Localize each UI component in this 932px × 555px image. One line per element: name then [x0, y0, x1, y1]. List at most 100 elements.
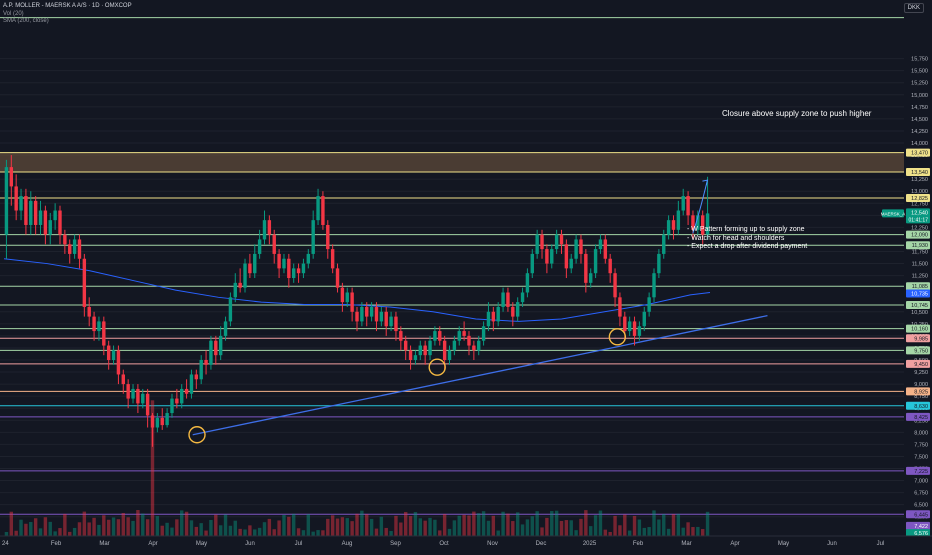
volume-bar	[145, 519, 150, 536]
volume-bar	[554, 510, 559, 536]
volume-bar	[33, 518, 38, 536]
candle-body	[365, 306, 369, 317]
volume-bar	[9, 511, 14, 536]
candle-body	[102, 321, 106, 346]
volume-bar	[267, 518, 272, 536]
volume-bar	[175, 519, 179, 536]
volume-bar	[642, 527, 646, 536]
candle-body	[14, 186, 18, 211]
price-tick-label: 7,000	[914, 479, 928, 485]
symbol-title: A.P. MOLLER - MAERSK A A/S · 1D · OMXCOP	[3, 3, 132, 9]
candle-body	[33, 200, 38, 225]
candle-body	[160, 417, 164, 426]
candle-body	[486, 311, 491, 327]
volume-bar	[365, 514, 369, 536]
volume-bar	[662, 514, 666, 536]
pattern-note-2: - Watch for head and shoulders	[687, 234, 785, 242]
candle-body	[24, 196, 28, 225]
volume-bar	[584, 510, 588, 536]
time-label: Mar	[99, 541, 109, 547]
time-label: Apr	[148, 541, 157, 547]
time-label: Jul	[295, 541, 303, 547]
volume-bar	[540, 527, 544, 536]
candle-body	[623, 316, 627, 332]
level-price-tag: 6,445	[914, 512, 928, 518]
candle-body	[506, 292, 510, 307]
price-tick-label: 9,000	[914, 382, 928, 388]
candle-body	[63, 234, 67, 245]
candle-body	[632, 321, 637, 336]
time-label: Nov	[487, 541, 498, 547]
level-price-tag: 10,160	[911, 327, 928, 333]
candle-body	[330, 249, 335, 269]
candle-body	[228, 297, 233, 322]
volume-bar	[574, 530, 578, 536]
volume-bar	[340, 517, 345, 536]
volume-bar	[253, 529, 257, 536]
volume-bar	[627, 530, 632, 536]
level-price-tag: 13,540	[911, 170, 928, 176]
candle-body	[204, 360, 208, 365]
volume-bar	[111, 517, 116, 536]
price-chart[interactable]: 15,750 15,500 15,250 15,000 14,750 14,500 14,2…	[0, 0, 932, 550]
volume-bar	[43, 517, 48, 536]
volume-bar	[306, 514, 311, 536]
volume-bar	[218, 525, 223, 536]
volume-bar	[647, 527, 651, 536]
candle-body	[525, 273, 530, 293]
candle-body	[647, 297, 651, 312]
candle-body	[540, 234, 544, 250]
volume-bar	[87, 522, 91, 536]
candle-body	[306, 253, 311, 264]
volume-bar	[38, 528, 43, 536]
volume-bar	[238, 528, 242, 536]
volume-bar	[530, 516, 534, 536]
volume-bar	[291, 513, 296, 536]
volume-bar	[29, 522, 33, 536]
candle-body	[19, 196, 23, 211]
indicator-price-tag: 7,422	[914, 524, 928, 530]
candle-body	[116, 350, 121, 375]
candle-body	[253, 253, 257, 274]
time-label: Jun	[245, 541, 255, 547]
volume-bar	[92, 517, 96, 536]
price-tick-label: 15,750	[911, 57, 928, 63]
candle-body	[442, 340, 447, 360]
candle-body	[384, 311, 388, 327]
candle-body	[545, 249, 549, 264]
time-label: May	[778, 541, 789, 547]
currency-badge[interactable]: DKK	[903, 3, 924, 13]
candle-body	[652, 273, 656, 298]
candle-body	[374, 306, 379, 322]
volume-bar	[491, 515, 496, 536]
candle-body	[477, 340, 481, 351]
candle-body	[209, 340, 213, 365]
candle-body	[662, 234, 666, 254]
volume-bar	[447, 528, 452, 536]
candle-body	[48, 220, 52, 235]
candle-body	[584, 253, 588, 283]
volume-bar	[666, 528, 671, 536]
volume-bar	[408, 516, 413, 536]
candle-body	[106, 345, 111, 360]
candle-body	[574, 239, 578, 259]
volume-bar	[403, 511, 408, 536]
candle-body	[92, 316, 96, 332]
candle-body	[199, 360, 203, 380]
candle-body	[637, 326, 642, 336]
candle-body	[311, 220, 315, 254]
volume-bar	[4, 532, 9, 536]
volume-bar	[399, 522, 403, 536]
candle-body	[43, 210, 48, 235]
volume-bar	[452, 520, 457, 536]
level-price-tag: 11,085	[912, 284, 928, 290]
candle-body	[82, 258, 87, 307]
volume-bar	[657, 519, 661, 536]
volume-bar	[608, 531, 612, 536]
volume-bar	[632, 515, 637, 536]
candle-body	[676, 210, 681, 230]
volume-bar	[355, 513, 359, 536]
volume-bar	[457, 515, 461, 536]
chart-canvas[interactable]: 15,750 15,500 15,250 15,000 14,750 14,500 14,2…	[0, 0, 932, 550]
candle-body	[569, 258, 573, 269]
